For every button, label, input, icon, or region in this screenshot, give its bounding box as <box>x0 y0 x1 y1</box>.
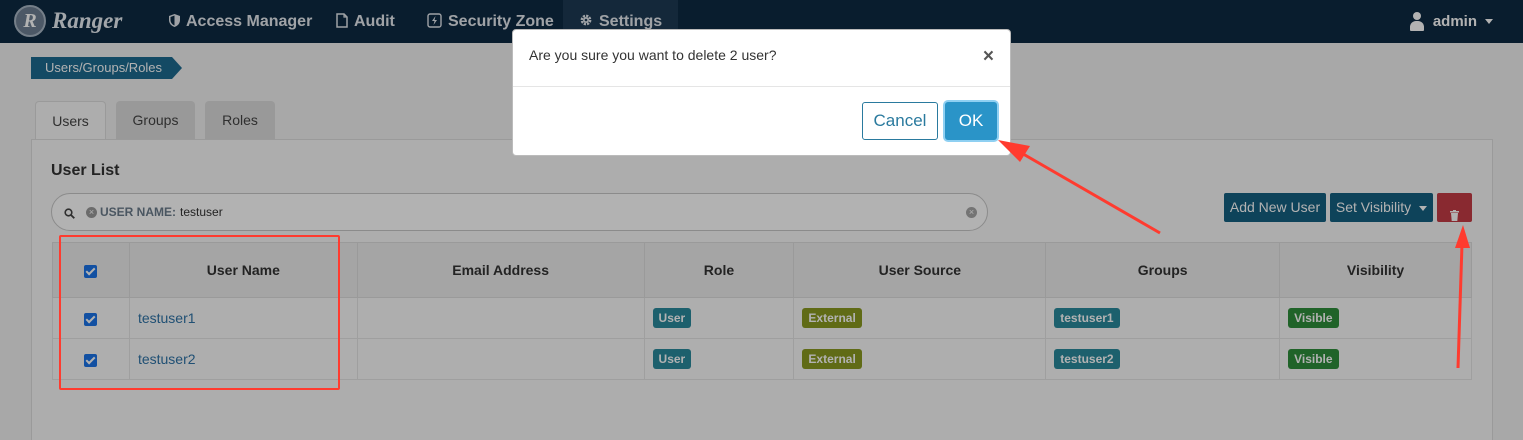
selection-highlight-box <box>59 235 340 390</box>
close-icon[interactable]: × <box>983 47 994 66</box>
ok-button[interactable]: OK <box>945 102 997 140</box>
cancel-button[interactable]: Cancel <box>862 102 938 140</box>
dialog-divider <box>513 86 1010 87</box>
confirm-delete-dialog: Are you sure you want to delete 2 user? … <box>512 29 1011 156</box>
dialog-message: Are you sure you want to delete 2 user? <box>529 47 777 63</box>
